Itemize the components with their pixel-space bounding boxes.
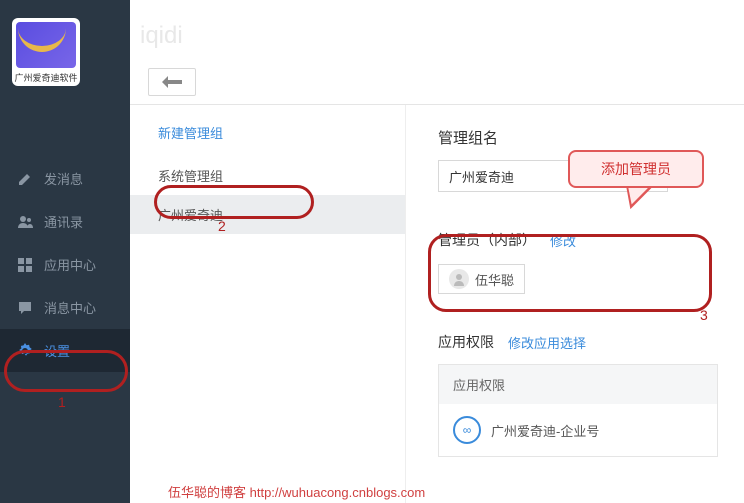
- annotation-label-1: 1: [58, 394, 66, 410]
- new-group-link[interactable]: 新建管理组: [130, 123, 405, 156]
- top-bar: [130, 60, 744, 105]
- annotation-label-3: 3: [700, 307, 708, 323]
- admin-member-tag[interactable]: 伍华聪: [438, 264, 525, 294]
- sidebar-item-send-message[interactable]: 发消息: [0, 157, 130, 200]
- message-icon: [16, 299, 34, 317]
- sidebar-item-label: 通讯录: [44, 212, 83, 231]
- sidebar-item-settings[interactable]: 设置: [0, 329, 130, 372]
- sidebar-item-label: 发消息: [44, 169, 83, 188]
- logo-area: 广州爱奇迪软件: [0, 0, 130, 97]
- sidebar-item-label: 消息中心: [44, 298, 96, 317]
- back-button[interactable]: [148, 68, 196, 96]
- contacts-icon: [16, 213, 34, 231]
- apps-icon: [16, 256, 34, 274]
- permission-box: 应用权限 ∞ 广州爱奇迪-企业号: [438, 364, 718, 457]
- left-sidebar: 广州爱奇迪软件 发消息 通讯录 应用中心 消息中心 设置: [0, 0, 130, 503]
- annotation-callout: 添加管理员: [568, 150, 704, 188]
- logo-text: 广州爱奇迪软件: [12, 71, 80, 84]
- modify-permission-link[interactable]: 修改应用选择: [508, 333, 586, 352]
- permission-section-title: 应用权限: [438, 332, 494, 352]
- avatar-icon: [449, 269, 469, 289]
- modify-admin-link[interactable]: 修改: [550, 231, 576, 250]
- group-item-guangzhou[interactable]: 广州爱奇迪: [130, 195, 405, 234]
- link-icon: ∞: [453, 416, 481, 444]
- sidebar-menu: 发消息 通讯录 应用中心 消息中心 设置: [0, 157, 130, 372]
- sidebar-item-contacts[interactable]: 通讯录: [0, 200, 130, 243]
- group-list-panel: 新建管理组 系统管理组 广州爱奇迪: [130, 105, 405, 503]
- permission-item[interactable]: ∞ 广州爱奇迪-企业号: [439, 404, 717, 456]
- annotation-label-2: 2: [218, 218, 226, 234]
- group-item-system[interactable]: 系统管理组: [130, 156, 405, 195]
- admin-member-name: 伍华聪: [475, 270, 514, 289]
- sidebar-item-label: 应用中心: [44, 255, 96, 274]
- app-logo[interactable]: 广州爱奇迪软件: [12, 18, 80, 86]
- permission-box-header: 应用权限: [439, 365, 717, 404]
- permission-item-label: 广州爱奇迪-企业号: [491, 421, 599, 440]
- sidebar-item-messages[interactable]: 消息中心: [0, 286, 130, 329]
- watermark-text: 伍华聪的博客 http://wuhuacong.cnblogs.com: [168, 482, 425, 501]
- page-title: iqidi: [140, 22, 183, 50]
- admin-section-title: 管理员（内部）: [438, 230, 536, 250]
- edit-icon: [16, 170, 34, 188]
- content-area: 新建管理组 系统管理组 广州爱奇迪 管理组名 管理员（内部） 修改 伍华聪: [130, 60, 744, 503]
- gear-icon: [16, 342, 34, 360]
- group-name-title: 管理组名: [438, 127, 744, 148]
- arrow-left-icon: [162, 76, 182, 88]
- sidebar-item-label: 设置: [44, 341, 70, 360]
- sidebar-item-app-center[interactable]: 应用中心: [0, 243, 130, 286]
